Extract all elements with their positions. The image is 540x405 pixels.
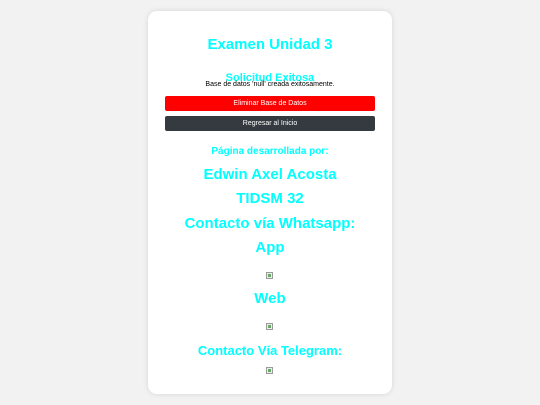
whatsapp-heading: Contacto vía Whatsapp: xyxy=(184,215,356,232)
page-title: Examen Unidad 3 xyxy=(207,36,333,53)
main-card: Examen Unidad 3 Solicitud Exitosa Base d… xyxy=(148,11,392,394)
app-label: App xyxy=(255,239,285,256)
home-button[interactable]: Regresar al Inicio xyxy=(165,116,375,131)
group-name: TIDSM 32 xyxy=(236,190,304,207)
broken-image-icon[interactable] xyxy=(266,367,273,374)
telegram-heading: Contacto Vía Telegram: xyxy=(197,343,343,358)
web-label: Web xyxy=(254,290,286,307)
status-message: Base de datos 'null' creada exitosamente… xyxy=(205,81,335,88)
broken-image-icon[interactable] xyxy=(266,323,273,330)
developed-by-label: Página desarrollada por: xyxy=(211,146,329,157)
author-name: Edwin Axel Acosta xyxy=(203,166,337,183)
broken-image-icon[interactable] xyxy=(266,272,273,279)
delete-database-button[interactable]: Eliminar Base de Datos xyxy=(165,96,375,111)
